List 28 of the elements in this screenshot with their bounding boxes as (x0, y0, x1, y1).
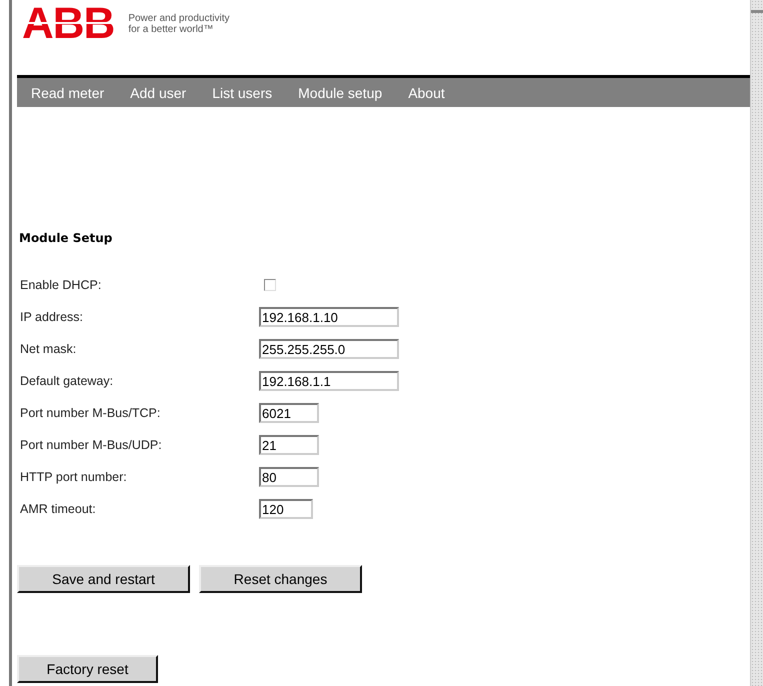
tagline: Power and productivity (128, 12, 230, 24)
checkbox[interactable] (264, 279, 276, 291)
input-field[interactable]: 192.168.1.10 (259, 307, 399, 327)
input-field[interactable]: 120 (259, 499, 313, 519)
nav-link[interactable]: List users (212, 84, 272, 100)
nav-link[interactable]: Read meter (31, 84, 104, 100)
field-label: IP address: (19, 310, 84, 324)
input-field[interactable]: 6021 (259, 403, 319, 423)
section-heading: Module Setup (19, 231, 114, 245)
scrollbar[interactable] (750, 0, 763, 686)
field-label: Net mask: (19, 342, 78, 356)
tagline: for a better world™ (128, 24, 214, 34)
field-label: HTTP port number: (19, 470, 128, 484)
field-label: Enable DHCP: (19, 278, 102, 292)
field-label: AMR timeout: (19, 502, 97, 516)
action-button[interactable]: Reset changes (199, 565, 362, 593)
input-field[interactable]: 255.255.255.0 (259, 339, 399, 359)
field-label: Port number M-Bus/UDP: (19, 438, 163, 452)
action-button[interactable]: Save and restart (17, 565, 190, 593)
input-field[interactable]: 21 (259, 435, 319, 455)
input-field[interactable]: 80 (259, 467, 319, 487)
input-field[interactable]: 192.168.1.1 (259, 371, 399, 391)
nav-link[interactable]: About (408, 84, 445, 100)
nav-link[interactable]: Module setup (298, 84, 382, 100)
factory-reset-button[interactable]: Factory reset (17, 655, 158, 683)
nav-link[interactable]: Add user (130, 84, 186, 100)
field-label: Port number M-Bus/TCP: (19, 406, 162, 420)
field-label: Default gateway: (19, 374, 114, 388)
